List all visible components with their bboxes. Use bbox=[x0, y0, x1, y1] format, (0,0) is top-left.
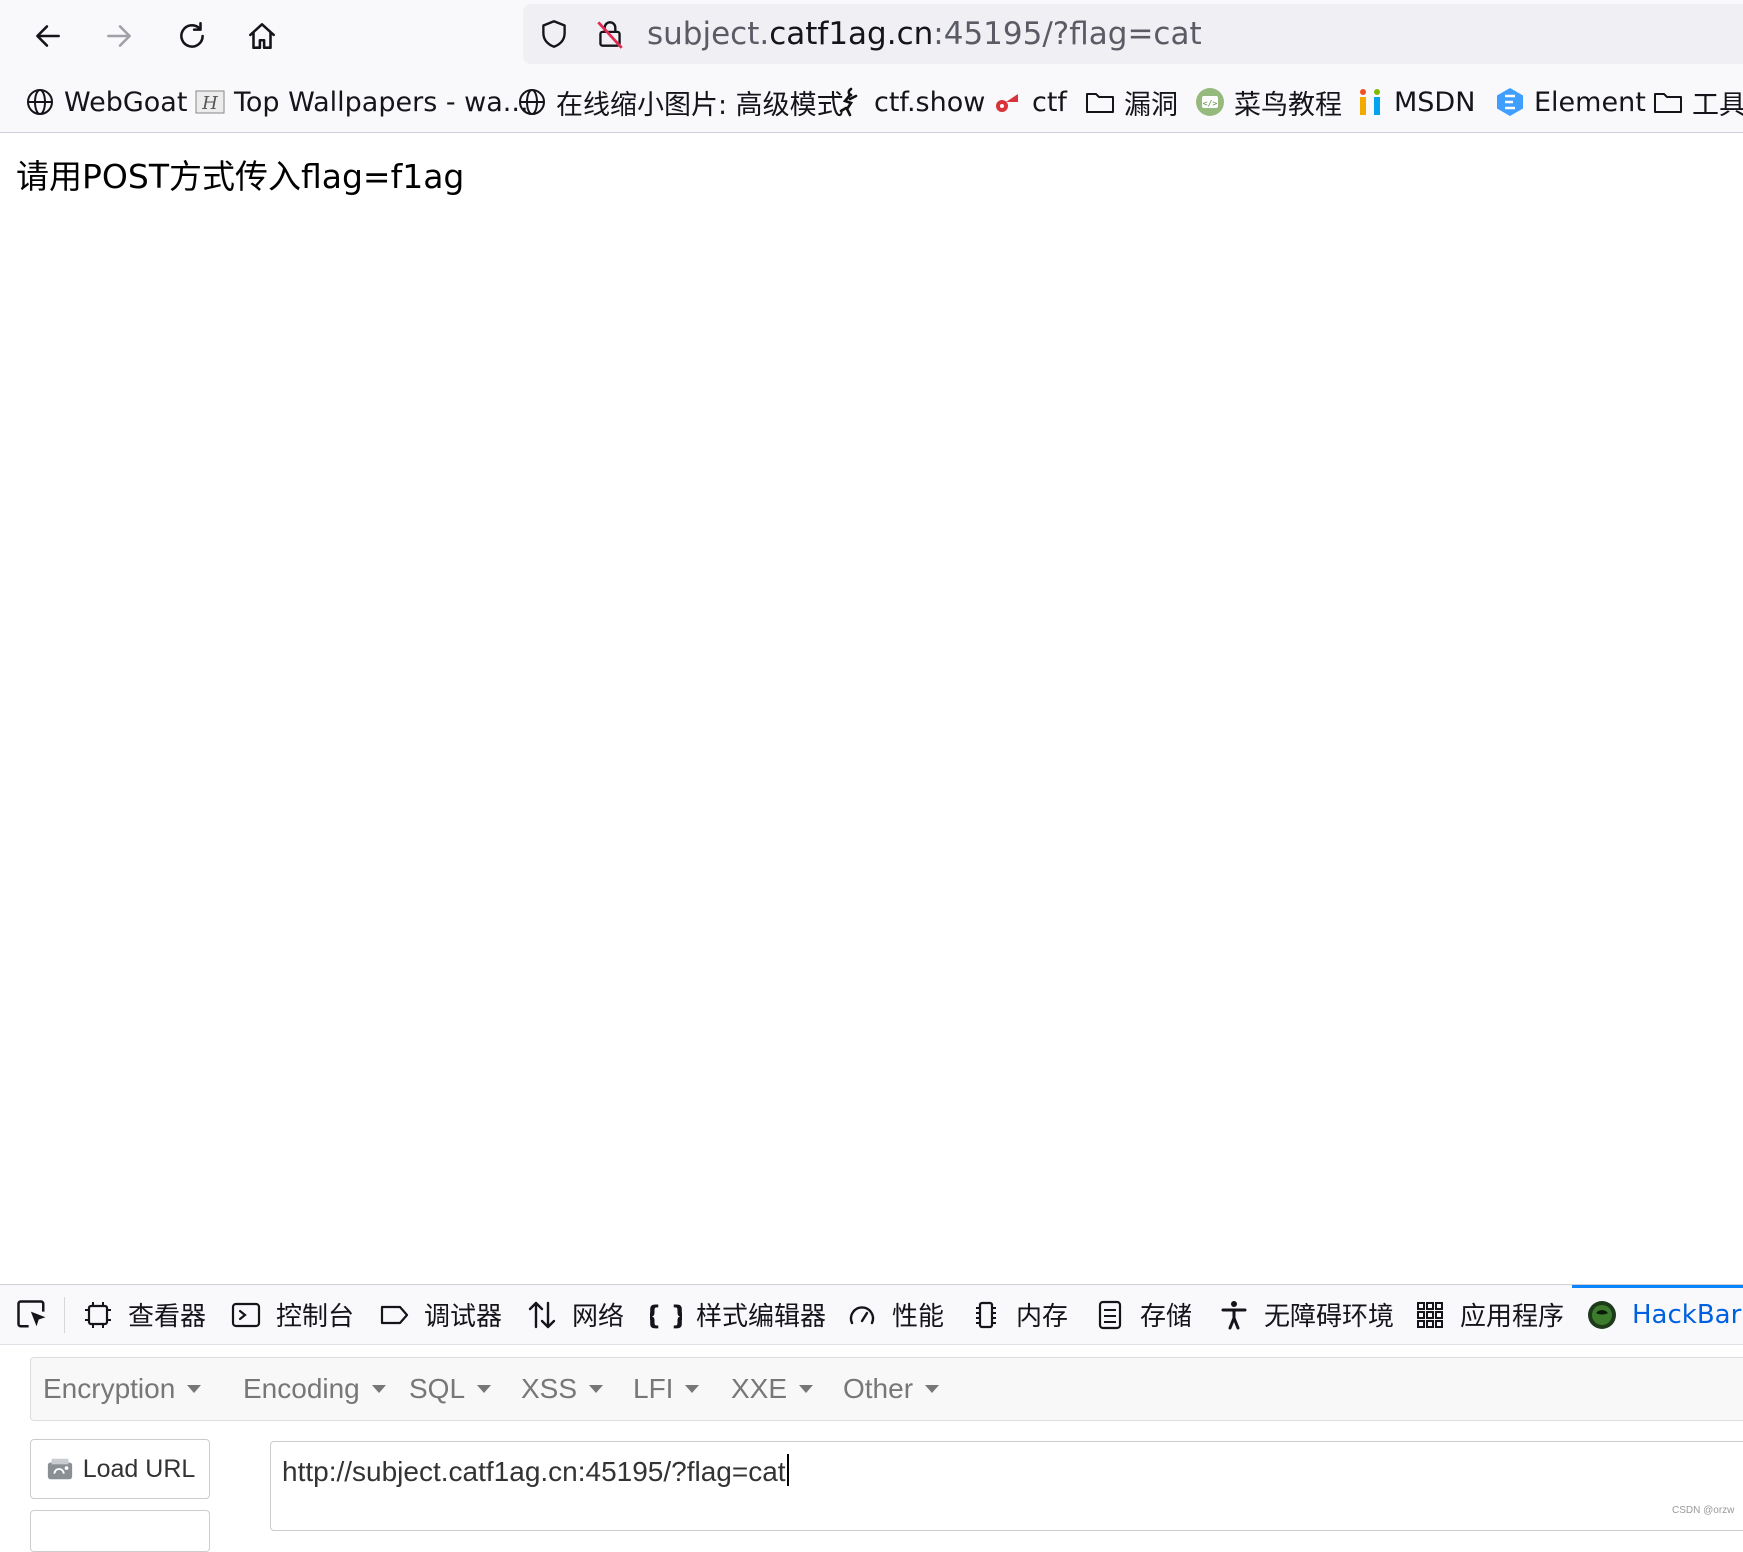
menu-lfi[interactable]: LFI bbox=[633, 1358, 700, 1420]
hackbar-menu: Encryption Encoding SQL XSS LFI XXE Othe… bbox=[30, 1357, 1743, 1421]
style-editor-icon: { } bbox=[650, 1301, 682, 1331]
bookmark-folder-tools[interactable]: 工具 bbox=[1652, 72, 1743, 132]
tab-debugger[interactable]: 调试器 bbox=[378, 1285, 502, 1344]
arrow-right-icon bbox=[107, 25, 131, 47]
ctfshow-icon bbox=[839, 87, 858, 117]
bookmark-ctfshow[interactable]: ctf.show bbox=[834, 72, 985, 132]
text-cursor bbox=[786, 1454, 789, 1486]
caret-down-icon bbox=[925, 1385, 940, 1393]
bookmark-folder-vulns[interactable]: 漏洞 bbox=[1084, 72, 1178, 132]
devtools-panel: 查看器 控制台 调试器 网络 { } 样式编辑器 性能 内存 存储 bbox=[0, 1284, 1743, 1552]
element-icon bbox=[1497, 88, 1523, 116]
caret-down-icon bbox=[685, 1385, 700, 1393]
bookmark-msdn[interactable]: MSDN bbox=[1354, 72, 1475, 132]
accessibility-icon bbox=[1221, 1300, 1247, 1329]
back-button[interactable] bbox=[26, 14, 70, 58]
globe-icon bbox=[27, 89, 53, 115]
bookmark-image-resizer[interactable]: 在线缩小图片: 高级模式 bbox=[516, 72, 844, 132]
menu-encoding[interactable]: Encoding bbox=[243, 1358, 386, 1420]
tab-console[interactable]: 控制台 bbox=[230, 1285, 354, 1344]
network-icon bbox=[528, 1301, 556, 1328]
tab-storage[interactable]: 存储 bbox=[1094, 1285, 1192, 1344]
toolbar-divider bbox=[64, 1297, 65, 1333]
url-text[interactable]: subject.catf1ag.cn:45195/?flag=cat bbox=[647, 4, 1202, 64]
menu-xxe[interactable]: XXE bbox=[731, 1358, 814, 1420]
devtools-tabbar: 查看器 控制台 调试器 网络 { } 样式编辑器 性能 内存 存储 bbox=[0, 1285, 1743, 1345]
caret-down-icon bbox=[799, 1385, 814, 1393]
menu-sql[interactable]: SQL bbox=[409, 1358, 492, 1420]
home-button[interactable] bbox=[240, 14, 284, 58]
bookmark-top-wallpapers[interactable]: H Top Wallpapers - wa... bbox=[194, 72, 529, 132]
home-icon bbox=[249, 23, 275, 49]
shield-icon[interactable] bbox=[537, 17, 571, 51]
navigation-toolbar: subject.catf1ag.cn:45195/?flag=cat bbox=[0, 0, 1743, 72]
runoob-icon: </> bbox=[1196, 88, 1224, 116]
wallpaper-site-icon: H bbox=[195, 90, 225, 114]
watermark: CSDN @orzw bbox=[1672, 1505, 1735, 1516]
debugger-icon bbox=[380, 1305, 409, 1324]
svg-text:{ }: { } bbox=[650, 1301, 682, 1331]
tab-network[interactable]: 网络 bbox=[526, 1285, 624, 1344]
menu-other[interactable]: Other bbox=[843, 1358, 940, 1420]
ctf-icon bbox=[996, 94, 1018, 112]
bookmark-element[interactable]: Element bbox=[1494, 72, 1646, 132]
caret-down-icon bbox=[371, 1385, 386, 1393]
caret-down-icon bbox=[477, 1385, 492, 1393]
address-bar[interactable]: subject.catf1ag.cn:45195/?flag=cat bbox=[523, 4, 1743, 64]
insecure-lock-icon[interactable] bbox=[593, 17, 627, 51]
globe-icon bbox=[519, 89, 545, 115]
tab-hackbar[interactable]: HackBar bbox=[1571, 1285, 1743, 1344]
split-url-button[interactable] bbox=[30, 1510, 210, 1552]
application-icon bbox=[1417, 1301, 1443, 1328]
storage-icon bbox=[1098, 1300, 1122, 1329]
menu-encryption[interactable]: Encryption bbox=[43, 1358, 202, 1420]
page-message: 请用POST方式传入flag=f1ag bbox=[16, 157, 465, 196]
caret-down-icon bbox=[589, 1385, 604, 1393]
tab-inspector[interactable]: 查看器 bbox=[82, 1285, 206, 1344]
reload-icon bbox=[180, 21, 204, 48]
reload-button[interactable] bbox=[170, 14, 214, 58]
msdn-icon bbox=[1360, 89, 1380, 115]
caret-down-icon bbox=[187, 1385, 202, 1393]
bookmark-webgoat[interactable]: WebGoat bbox=[24, 72, 187, 132]
folder-icon bbox=[1086, 93, 1114, 113]
menu-xss[interactable]: XSS bbox=[521, 1358, 604, 1420]
bookmark-ctf[interactable]: ctf bbox=[992, 72, 1067, 132]
tab-application[interactable]: 应用程序 bbox=[1414, 1285, 1564, 1344]
performance-icon bbox=[849, 1305, 875, 1324]
hackbar-url-input[interactable]: http://subject.catf1ag.cn:45195/?flag=ca… bbox=[270, 1441, 1743, 1531]
arrow-left-icon bbox=[36, 25, 60, 47]
svg-text:</>: </> bbox=[1203, 99, 1218, 108]
bookmark-runoob[interactable]: </> 菜鸟教程 bbox=[1194, 72, 1342, 132]
load-url-button[interactable]: Load URL bbox=[30, 1439, 210, 1499]
inspector-icon bbox=[85, 1301, 111, 1328]
forward-button[interactable] bbox=[97, 14, 141, 58]
tab-memory[interactable]: 内存 bbox=[970, 1285, 1068, 1344]
memory-icon bbox=[976, 1301, 996, 1328]
load-url-icon bbox=[47, 1458, 72, 1480]
tab-accessibility[interactable]: 无障碍环境 bbox=[1218, 1285, 1394, 1344]
element-picker-icon[interactable] bbox=[14, 1297, 50, 1333]
tab-performance[interactable]: 性能 bbox=[846, 1285, 944, 1344]
bookmarks-toolbar: WebGoat H Top Wallpapers - wa... 在线缩小图片:… bbox=[0, 72, 1743, 133]
hackbar-icon bbox=[1588, 1300, 1616, 1329]
svg-text:H: H bbox=[201, 93, 218, 114]
console-icon bbox=[231, 1302, 261, 1327]
folder-icon bbox=[1654, 93, 1682, 113]
tab-style-editor[interactable]: { } 样式编辑器 bbox=[650, 1285, 826, 1344]
